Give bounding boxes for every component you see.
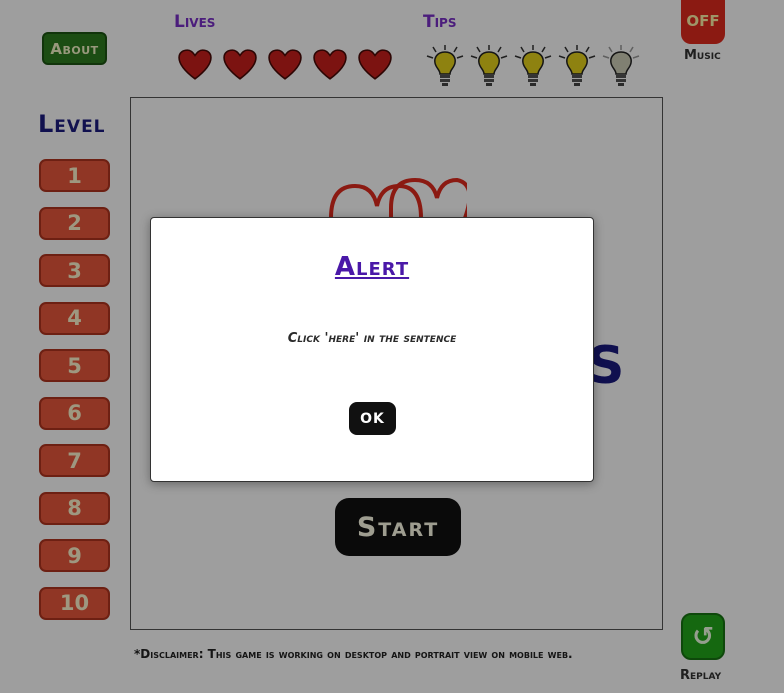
alert-dialog: Alert Click 'here' in the sentence OK xyxy=(150,217,594,482)
alert-title: Alert xyxy=(334,252,410,282)
ok-button[interactable]: OK xyxy=(349,402,396,435)
alert-message: Click 'here' in the sentence xyxy=(287,331,457,346)
